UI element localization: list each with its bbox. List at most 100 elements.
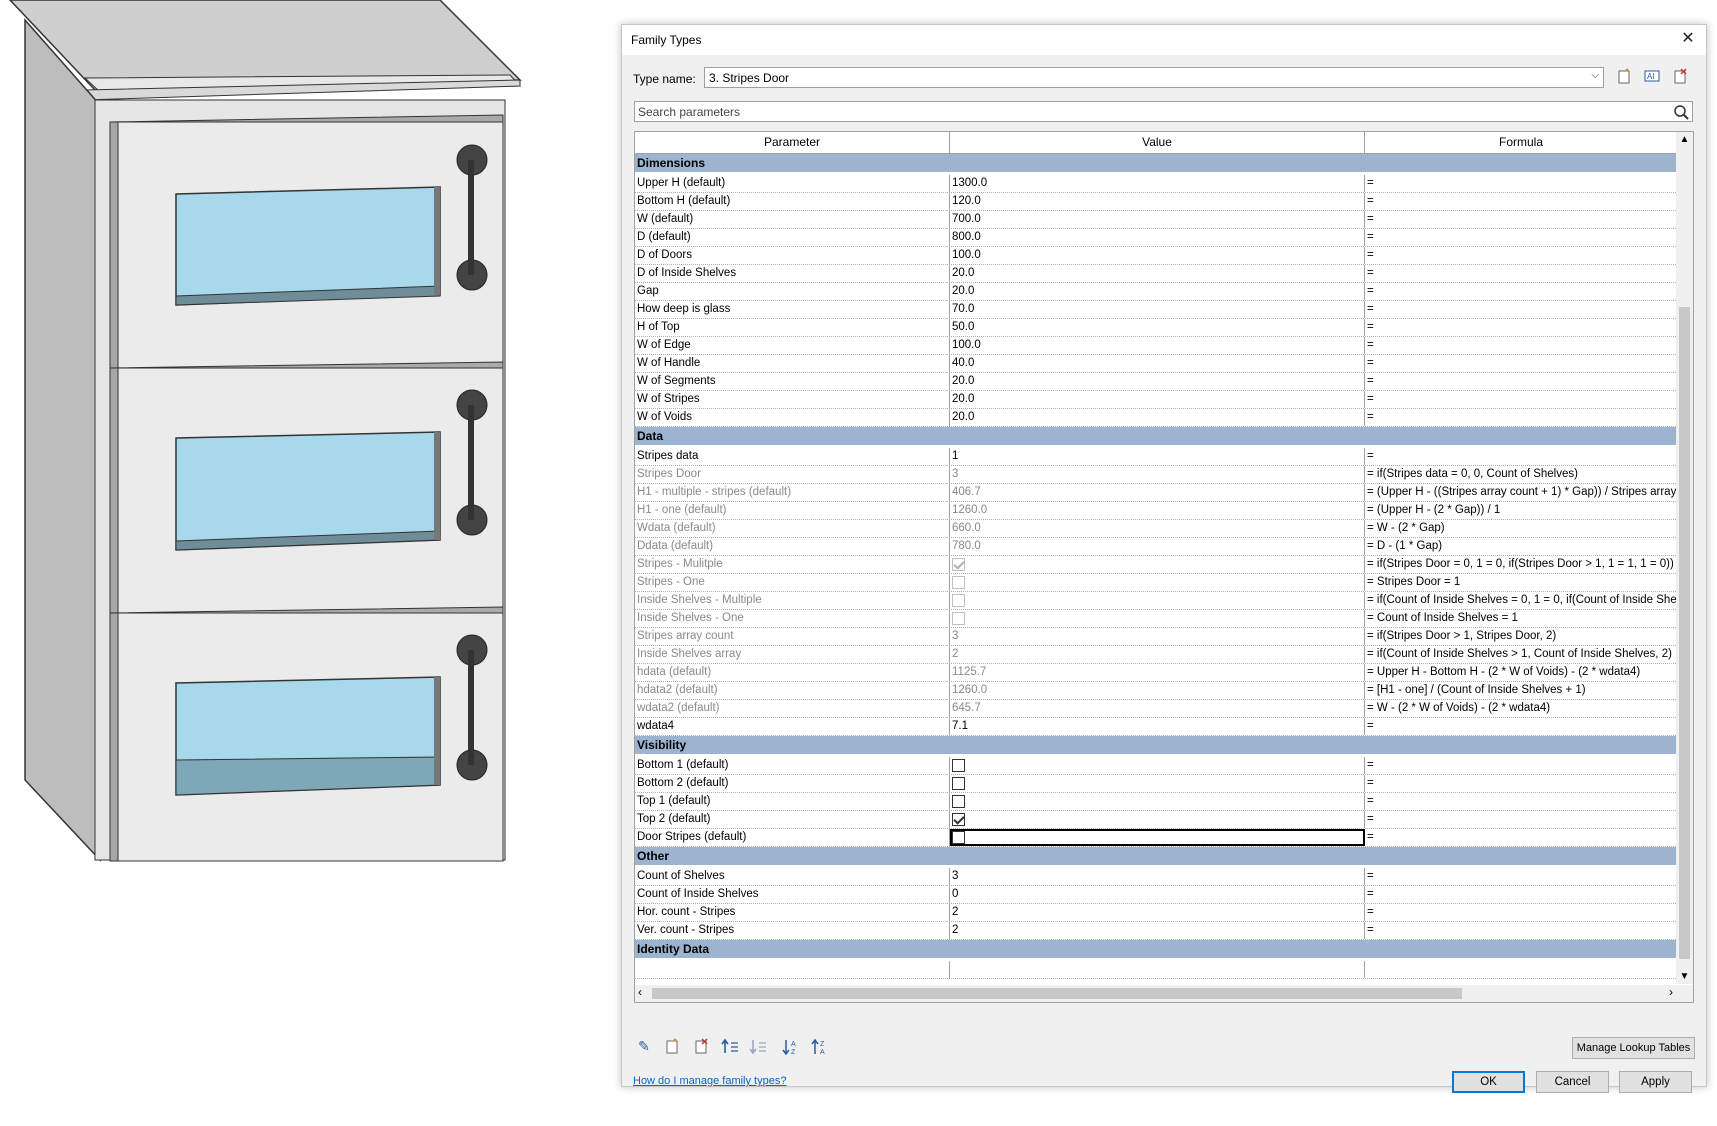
scroll-up-icon[interactable]: ▲ xyxy=(1676,134,1693,145)
column-header-formula[interactable]: Formula xyxy=(1365,132,1678,153)
parameter-name-cell[interactable]: Inside Shelves - Multiple xyxy=(635,592,950,609)
formula-cell[interactable]: = xyxy=(1365,904,1678,921)
parameter-name-cell[interactable]: Count of Inside Shelves xyxy=(635,886,950,903)
parameter-name-cell[interactable]: W of Edge xyxy=(635,337,950,354)
value-cell[interactable]: 2 xyxy=(950,904,1365,921)
formula-cell[interactable]: = xyxy=(1365,886,1678,903)
parameter-name-cell[interactable]: D of Inside Shelves xyxy=(635,265,950,282)
move-down-icon[interactable] xyxy=(748,1038,768,1058)
parameter-name-cell[interactable]: D (default) xyxy=(635,229,950,246)
group-header[interactable]: Dimensions xyxy=(635,154,1678,172)
formula-cell[interactable]: = xyxy=(1365,211,1678,228)
parameter-name-cell[interactable]: W of Segments xyxy=(635,373,950,390)
formula-cell[interactable]: = if(Count of Inside Shelves > 1, Count … xyxy=(1365,646,1678,663)
formula-cell[interactable]: = xyxy=(1365,829,1678,846)
parameter-name-cell[interactable]: Stripes array count xyxy=(635,628,950,645)
parameter-name-cell[interactable]: Stripes data xyxy=(635,448,950,465)
cancel-button[interactable]: Cancel xyxy=(1536,1071,1609,1093)
value-checkbox[interactable] xyxy=(952,759,965,772)
formula-cell[interactable]: = Stripes Door = 1 xyxy=(1365,574,1678,591)
formula-cell[interactable]: = xyxy=(1365,337,1678,354)
formula-cell[interactable]: = xyxy=(1365,793,1678,810)
parameter-name-cell[interactable]: Door Stripes (default) xyxy=(635,829,950,846)
apply-button[interactable]: Apply xyxy=(1619,1071,1692,1093)
parameter-name-cell[interactable]: Ddata (default) xyxy=(635,538,950,555)
parameter-name-cell[interactable]: Bottom 2 (default) xyxy=(635,775,950,792)
scroll-left-icon[interactable]: ‹ xyxy=(638,985,642,999)
formula-cell[interactable]: = if(Stripes Door = 0, 1 = 0, if(Stripes… xyxy=(1365,556,1678,573)
close-icon[interactable]: ✕ xyxy=(1678,29,1698,49)
value-cell[interactable]: 70.0 xyxy=(950,301,1365,318)
value-cell[interactable]: 20.0 xyxy=(950,391,1365,408)
parameter-name-cell[interactable]: Inside Shelves array xyxy=(635,646,950,663)
group-header[interactable]: Data xyxy=(635,427,1678,445)
value-checkbox[interactable] xyxy=(952,813,965,826)
rename-type-icon[interactable]: AI xyxy=(1641,68,1663,88)
formula-cell[interactable]: = xyxy=(1365,718,1678,735)
move-up-icon[interactable] xyxy=(720,1038,740,1058)
parameter-name-cell[interactable]: Bottom 1 (default) xyxy=(635,757,950,774)
value-cell[interactable]: 120.0 xyxy=(950,193,1365,210)
parameter-name-cell[interactable]: Bottom H (default) xyxy=(635,193,950,210)
column-header-value[interactable]: Value xyxy=(950,132,1365,153)
formula-cell[interactable]: = xyxy=(1365,811,1678,828)
formula-cell[interactable]: = xyxy=(1365,775,1678,792)
value-cell[interactable]: 800.0 xyxy=(950,229,1365,246)
parameter-name-cell[interactable]: hdata (default) xyxy=(635,664,950,681)
value-cell[interactable]: 1300.0 xyxy=(950,175,1365,192)
formula-cell[interactable]: = xyxy=(1365,391,1678,408)
formula-cell[interactable]: = (Upper H - ((Stripes array count + 1) … xyxy=(1365,484,1678,501)
group-header[interactable]: Identity Data xyxy=(635,940,1678,958)
parameter-name-cell[interactable]: W of Handle xyxy=(635,355,950,372)
value-cell[interactable]: 700.0 xyxy=(950,211,1365,228)
scroll-right-icon[interactable]: › xyxy=(1669,985,1673,999)
parameter-name-cell[interactable]: H of Top xyxy=(635,319,950,336)
value-cell[interactable]: 0 xyxy=(950,886,1365,903)
parameter-name-cell[interactable]: Ver. count - Stripes xyxy=(635,922,950,939)
new-parameter-icon[interactable] xyxy=(662,1038,682,1058)
parameter-name-cell[interactable]: Wdata (default) xyxy=(635,520,950,537)
search-input[interactable]: Search parameters xyxy=(634,101,1693,122)
formula-cell[interactable]: = if(Stripes data = 0, 0, Count of Shelv… xyxy=(1365,466,1678,483)
value-checkbox-cell[interactable] xyxy=(950,811,1365,828)
parameter-name-cell[interactable]: wdata2 (default) xyxy=(635,700,950,717)
value-cell[interactable]: 7.1 xyxy=(950,718,1365,735)
value-cell[interactable]: 3 xyxy=(950,868,1365,885)
value-checkbox-cell[interactable] xyxy=(950,793,1365,810)
formula-cell[interactable]: = xyxy=(1365,193,1678,210)
vertical-scrollbar[interactable]: ▲ ▼ xyxy=(1676,132,1693,984)
sort-descending-icon[interactable]: ZA xyxy=(810,1038,830,1058)
manage-lookup-tables-button[interactable]: Manage Lookup Tables xyxy=(1572,1037,1695,1059)
formula-cell[interactable]: = xyxy=(1365,265,1678,282)
scroll-down-icon[interactable]: ▼ xyxy=(1676,971,1693,982)
group-header[interactable]: Other xyxy=(635,847,1678,865)
value-cell[interactable]: 50.0 xyxy=(950,319,1365,336)
parameter-name-cell[interactable]: W (default) xyxy=(635,211,950,228)
sort-ascending-icon[interactable]: AZ xyxy=(781,1038,801,1058)
parameter-name-cell[interactable]: W of Stripes xyxy=(635,391,950,408)
value-cell[interactable]: 100.0 xyxy=(950,247,1365,264)
value-checkbox-cell[interactable] xyxy=(950,775,1365,792)
formula-cell[interactable]: = xyxy=(1365,373,1678,390)
parameter-name-cell[interactable]: Stripes - One xyxy=(635,574,950,591)
model-viewport[interactable] xyxy=(0,0,620,1123)
formula-cell[interactable] xyxy=(1365,961,1678,978)
parameter-name-cell[interactable]: H1 - multiple - stripes (default) xyxy=(635,484,950,501)
parameter-name-cell[interactable]: hdata2 (default) xyxy=(635,682,950,699)
parameter-name-cell[interactable]: Hor. count - Stripes xyxy=(635,904,950,921)
help-link[interactable]: How do I manage family types? xyxy=(633,1075,786,1087)
column-header-parameter[interactable]: Parameter xyxy=(635,132,950,153)
formula-cell[interactable]: = xyxy=(1365,301,1678,318)
formula-cell[interactable]: = W - (2 * W of Voids) - (2 * wdata4) xyxy=(1365,700,1678,717)
ok-button[interactable]: OK xyxy=(1452,1071,1525,1093)
value-cell[interactable] xyxy=(950,961,1365,978)
new-type-icon[interactable] xyxy=(1613,68,1635,88)
value-checkbox[interactable] xyxy=(952,831,965,844)
formula-cell[interactable]: = xyxy=(1365,283,1678,300)
value-cell[interactable]: 20.0 xyxy=(950,283,1365,300)
value-cell[interactable]: 20.0 xyxy=(950,265,1365,282)
parameter-name-cell[interactable]: Count of Shelves xyxy=(635,868,950,885)
formula-cell[interactable]: = xyxy=(1365,319,1678,336)
parameter-name-cell[interactable] xyxy=(635,961,950,978)
parameter-name-cell[interactable]: Top 1 (default) xyxy=(635,793,950,810)
